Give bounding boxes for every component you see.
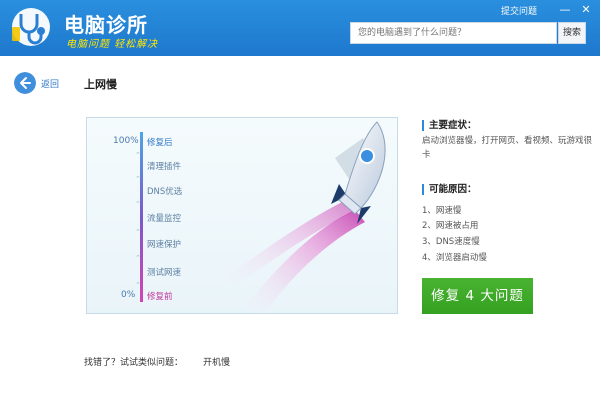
causes-title: 可能原因： — [422, 184, 477, 195]
stethoscope-logo-icon — [12, 8, 50, 46]
symptoms-text: 启动浏览器慢，打开网页、看视频、玩游戏很卡 — [422, 136, 593, 160]
step-speed-test: 测试网速 — [147, 268, 182, 278]
related-question-link[interactable]: 开机慢 — [203, 355, 230, 368]
step-arrow-icon: ⌃ — [135, 200, 141, 208]
app-slogan: 电脑问题 轻松解决 — [66, 39, 159, 50]
app-title: 电脑诊所 — [64, 13, 148, 37]
step-arrow-icon: ⌃ — [135, 281, 141, 289]
cause-item: 2、网速被占用 — [422, 221, 479, 231]
related-hint: 找错了？试试类似问题： — [84, 358, 184, 368]
minimize-icon[interactable]: — — [557, 2, 573, 18]
step-dns-optimize: DNS优选 — [147, 187, 183, 197]
step-clean-plugins: 清理插件 — [147, 162, 182, 172]
repair-button[interactable]: 修复 4 大问题 — [422, 278, 533, 314]
symptoms-title: 主要症状： — [422, 120, 477, 131]
search-button[interactable]: 搜索 — [558, 22, 586, 44]
back-link[interactable]: 返回 — [41, 77, 59, 90]
step-arrow-icon: ⌃ — [135, 228, 141, 236]
search-input[interactable] — [350, 22, 557, 44]
back-arrow-icon[interactable] — [14, 72, 36, 94]
step-arrow-icon: ⌃ — [135, 175, 141, 183]
submit-question-link[interactable]: 提交问题 — [501, 4, 537, 17]
step-arrow-icon: ⌃ — [135, 151, 141, 159]
cause-item: 3、DNS速度慢 — [422, 237, 480, 247]
step-arrow-icon: ⌃ — [135, 254, 141, 262]
title-bar: 电脑诊所 电脑问题 轻松解决 提交问题 — ✕ 搜索 — [0, 0, 600, 56]
close-icon[interactable]: ✕ — [578, 2, 594, 18]
cause-item: 4、浏览器启动慢 — [422, 253, 487, 263]
step-traffic-monitor: 流量监控 — [147, 214, 182, 224]
percent-bottom-label: 0% — [121, 290, 136, 300]
step-before-repair: 修复前 — [147, 292, 173, 302]
step-speed-protect: 网速保护 — [147, 240, 182, 250]
rocket-illustration-icon — [225, 121, 386, 313]
page-title: 上网慢 — [84, 78, 117, 91]
percent-top-label: 100% — [113, 136, 139, 146]
step-after-repair: 修复后 — [147, 138, 173, 148]
cause-item: 1、网速慢 — [422, 206, 462, 216]
repair-progress-panel: 100% 0% 修复后 ⌃ 清理插件 ⌃ DNS优选 ⌃ 流量监控 ⌃ 网速保护… — [86, 117, 398, 314]
